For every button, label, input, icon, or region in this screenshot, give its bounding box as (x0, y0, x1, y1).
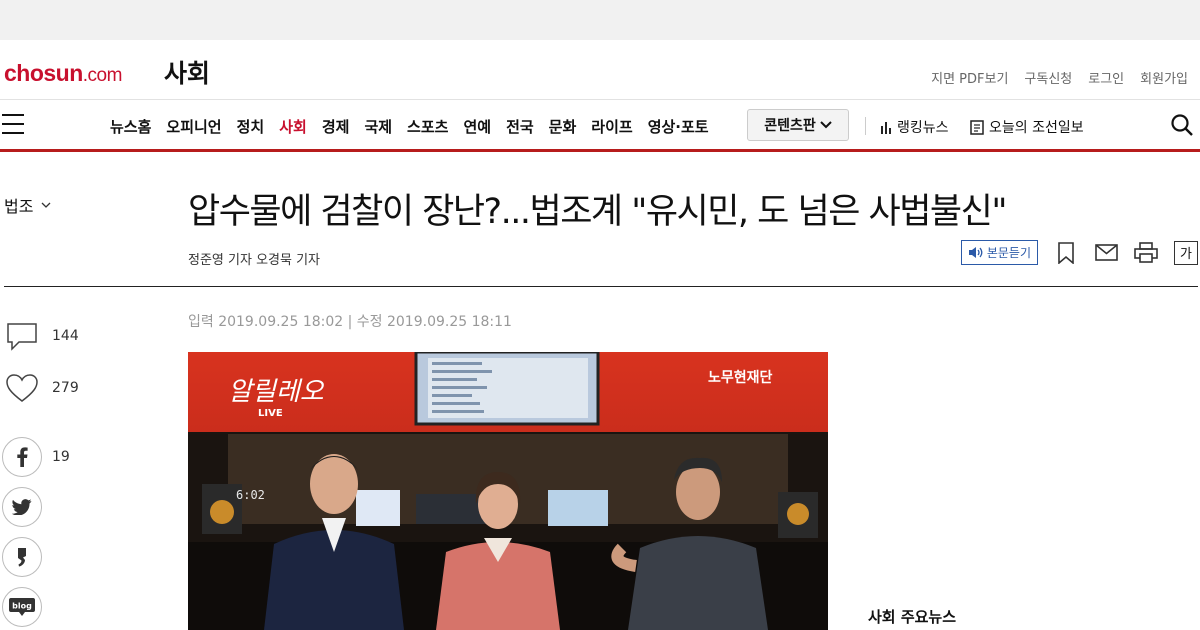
email-button[interactable] (1094, 241, 1118, 265)
pdf-link[interactable]: 지면 PDF보기 (931, 68, 1008, 87)
nav-item-culture[interactable]: 문화 (549, 116, 577, 137)
like-count: 279 (52, 380, 79, 396)
nav-items: 뉴스홈 오피니언 정치 사회 경제 국제 스포츠 연예 전국 문화 라이프 영상… (110, 116, 709, 137)
speaker-icon (968, 247, 983, 258)
nav-item-economy[interactable]: 경제 (322, 116, 350, 137)
nav-separator (865, 117, 866, 135)
nav-item-entertainment[interactable]: 연예 (463, 116, 491, 137)
article-dates: 입력 2019.09.25 18:02 | 수정 2019.09.25 18:1… (188, 314, 512, 330)
ranking-news-link[interactable]: 랭킹뉴스 (880, 117, 949, 137)
today-paper-label: 오늘의 조선일보 (989, 120, 1084, 136)
category-dropdown[interactable]: 법조 (4, 193, 51, 217)
comment-count: 144 (52, 328, 79, 344)
logo-main-text: chosun (4, 60, 83, 86)
byline[interactable]: 정준영 기자 오경묵 기자 (188, 249, 320, 268)
nav-item-politics[interactable]: 정치 (237, 116, 265, 137)
category-label: 법조 (4, 197, 34, 216)
studio-photo: 알릴레오 LIVE 노무현재단 6:02 (188, 352, 828, 630)
bookmark-icon (1058, 241, 1074, 264)
comment-share[interactable]: 144 (2, 320, 79, 352)
nav-item-life[interactable]: 라이프 (591, 116, 632, 137)
listen-label: 본문듣기 (986, 246, 1031, 260)
blog-icon: blog (2, 587, 42, 627)
facebook-share[interactable]: 19 (2, 437, 70, 477)
nav-item-society[interactable]: 사회 (279, 116, 307, 137)
nav-item-newshome[interactable]: 뉴스홈 (110, 116, 151, 137)
blog-share[interactable]: blog (2, 587, 42, 627)
section-title[interactable]: 사회 (164, 54, 210, 90)
print-button[interactable] (1134, 241, 1158, 265)
content-button-label: 콘텐츠판 (764, 118, 816, 134)
nav-item-national[interactable]: 전국 (506, 116, 534, 137)
show-logo-sub: LIVE (258, 408, 283, 419)
main-nav: 뉴스홈 오피니언 정치 사회 경제 국제 스포츠 연예 전국 문화 라이프 영상… (0, 100, 1200, 152)
bookmark-button[interactable] (1054, 241, 1078, 265)
login-link[interactable]: 로그인 (1088, 68, 1124, 87)
nav-item-video-photo[interactable]: 영상·포토 (648, 116, 709, 137)
signup-link[interactable]: 회원가입 (1140, 68, 1188, 87)
nav-item-opinion[interactable]: 오피니언 (166, 116, 221, 137)
foundation-logo-text: 노무현재단 (708, 369, 773, 386)
kakao-story-share[interactable] (2, 537, 42, 577)
kakao-story-icon (2, 537, 42, 577)
sidebar-title: 사회 주요뉴스 (868, 608, 957, 626)
show-logo-text: 알릴레오 (228, 377, 325, 407)
blog-icon-label: blog (12, 602, 32, 611)
chevron-down-icon (41, 202, 51, 208)
nav-item-international[interactable]: 국제 (364, 116, 392, 137)
article-photo[interactable]: 알릴레오 LIVE 노무현재단 6:02 (188, 352, 828, 630)
content-dropdown-button[interactable]: 콘텐츠판 (747, 109, 849, 141)
search-icon[interactable] (1170, 113, 1194, 137)
mail-icon (1094, 244, 1118, 261)
studio-clock: 6:02 (236, 488, 265, 502)
chosun-logo[interactable]: chosun.com (4, 60, 122, 87)
ranking-label: 랭킹뉴스 (897, 120, 949, 136)
twitter-share[interactable] (2, 487, 42, 527)
masthead: chosun.com 사회 지면 PDF보기 구독신청 로그인 회원가입 (0, 40, 1200, 100)
facebook-icon (2, 437, 42, 477)
headline-divider (4, 286, 1198, 287)
bar-chart-icon (881, 121, 891, 134)
facebook-count: 19 (52, 449, 70, 465)
article-tools: 본문듣기 가 (960, 240, 1198, 265)
comment-icon (7, 323, 37, 351)
utility-links: 지면 PDF보기 구독신청 로그인 회원가입 (931, 68, 1188, 87)
font-size-button[interactable]: 가 (1174, 240, 1198, 265)
article-headline: 압수물에 검찰이 장난?...법조계 "유시민, 도 넘은 사법불신" (188, 192, 1007, 232)
menu-icon[interactable] (2, 114, 24, 134)
logo-suffix-text: .com (82, 65, 123, 86)
listen-button[interactable]: 본문듣기 (960, 240, 1038, 265)
heart-icon (6, 374, 38, 402)
chevron-down-icon (820, 121, 832, 129)
twitter-icon (2, 487, 42, 527)
today-paper-link[interactable]: 오늘의 조선일보 (970, 117, 1084, 137)
top-gray-bar (0, 0, 1200, 40)
like-share[interactable]: 279 (2, 372, 79, 404)
subscribe-link[interactable]: 구독신청 (1024, 68, 1072, 87)
newspaper-icon (970, 119, 984, 135)
nav-item-sports[interactable]: 스포츠 (407, 116, 448, 137)
printer-icon (1134, 242, 1158, 263)
